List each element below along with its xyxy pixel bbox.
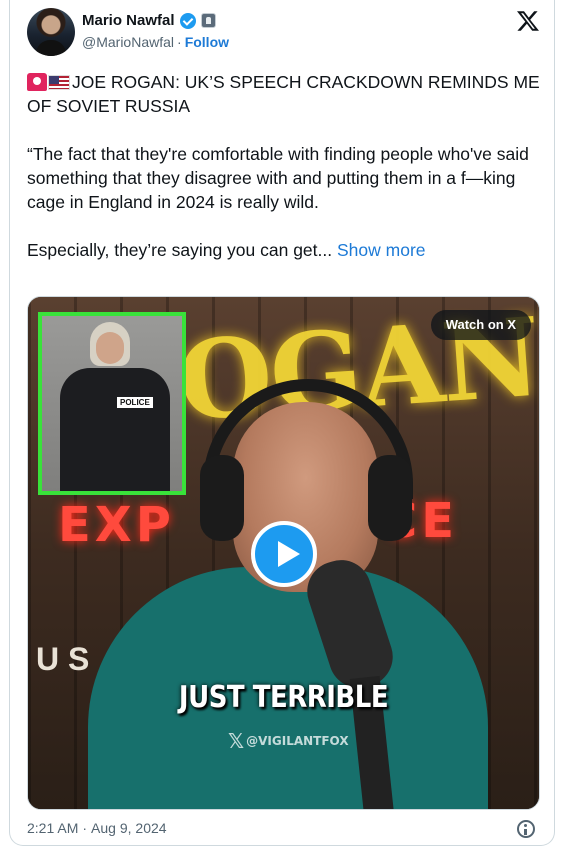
- video-watermark: 𝕏 @VIGILANTFOX: [228, 729, 349, 753]
- watermark-text: @VIGILANTFOX: [246, 734, 349, 748]
- author-name-row: Mario Nawfal: [82, 12, 216, 29]
- sign-bottom-left: U S: [36, 641, 90, 677]
- follow-button[interactable]: Follow: [185, 34, 229, 50]
- author-display-name[interactable]: Mario Nawfal: [82, 12, 175, 29]
- inset-officer-vest: [60, 368, 170, 491]
- play-icon[interactable]: [251, 521, 317, 587]
- neon-sign-left: EXP: [58, 497, 175, 553]
- x-logo-icon[interactable]: [516, 9, 540, 33]
- video-player[interactable]: OGAN EXP CE U S POLICE Watch on X JUST T…: [27, 296, 540, 810]
- inset-clip: POLICE: [38, 312, 186, 495]
- tweet-card: Mario Nawfal @MarioNawfal · Follow JOE R…: [9, 0, 555, 846]
- police-siren-icon: [27, 73, 47, 91]
- tweet-headline: JOE ROGAN: UK’S SPEECH CRACKDOWN REMINDS…: [27, 70, 543, 118]
- verified-check-icon: [179, 12, 196, 29]
- avatar[interactable]: [27, 8, 75, 56]
- tweet-paragraph-2-text: Especially, they’re saying you can get..…: [27, 240, 333, 260]
- watermark-x-icon: 𝕏: [228, 729, 245, 753]
- headphone-right: [368, 455, 412, 541]
- author-handle-row: @MarioNawfal · Follow: [82, 34, 229, 50]
- tweet-paragraph-2: Especially, they’re saying you can get..…: [27, 238, 543, 262]
- timestamp-separator: ·: [82, 820, 88, 836]
- timestamp-time: 2:21 AM: [27, 820, 79, 836]
- headphone-left: [200, 455, 244, 541]
- us-flag-icon: [48, 75, 70, 90]
- tweet-timestamp[interactable]: 2:21 AM · Aug 9, 2024: [27, 820, 167, 836]
- headline-text: JOE ROGAN: UK’S SPEECH CRACKDOWN REMINDS…: [27, 72, 540, 116]
- affiliate-badge-icon[interactable]: [200, 13, 216, 28]
- tweet-paragraph-1: “The fact that they're comfortable with …: [27, 144, 529, 212]
- show-more-link[interactable]: Show more: [337, 240, 426, 260]
- tweet-text: JOE ROGAN: UK’S SPEECH CRACKDOWN REMINDS…: [27, 70, 543, 262]
- timestamp-date: Aug 9, 2024: [91, 820, 167, 836]
- video-caption: JUST TERRIBLE: [178, 680, 389, 716]
- inset-officer-face: [96, 332, 124, 364]
- handle-separator: ·: [177, 34, 182, 50]
- author-handle[interactable]: @MarioNawfal: [82, 34, 174, 50]
- info-icon[interactable]: [517, 820, 535, 838]
- police-patch: POLICE: [117, 397, 153, 408]
- watch-on-x-button[interactable]: Watch on X: [430, 310, 531, 340]
